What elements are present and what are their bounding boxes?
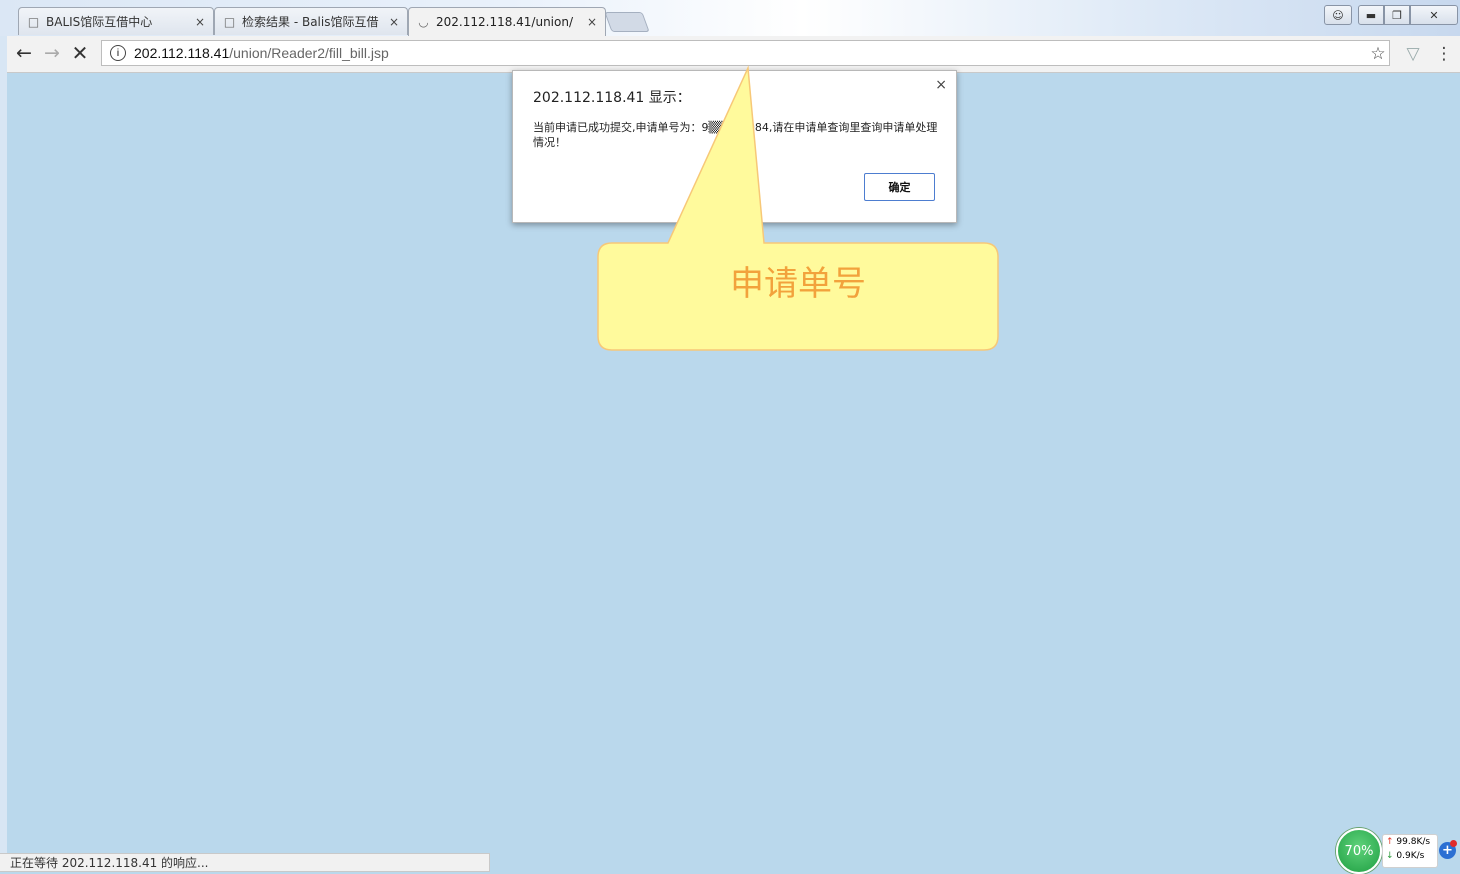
network-monitor-widget[interactable]: 70% ↑ 99.8K/s ↓ 0.9K/s +: [1336, 826, 1460, 874]
notification-dot-icon: [1450, 840, 1457, 847]
callout-bubble: [597, 65, 999, 351]
usage-gauge: 70%: [1336, 828, 1382, 874]
download-arrow-icon: ↓: [1386, 851, 1394, 861]
tab-title: 202.112.118.41/union/: [436, 15, 574, 29]
upload-speed: 99.8K/s: [1396, 837, 1431, 847]
upload-arrow-icon: ↑: [1386, 837, 1394, 847]
speed-readout: ↑ 99.8K/s ↓ 0.9K/s: [1382, 834, 1438, 868]
annotation-callout: [597, 65, 999, 351]
status-text: 正在等待 202.112.118.41 的响应...: [10, 856, 209, 870]
status-bar: 正在等待 202.112.118.41 的响应...: [0, 853, 490, 872]
download-speed: 0.9K/s: [1396, 851, 1425, 861]
callout-label: 申请单号: [730, 264, 866, 304]
close-icon[interactable]: ×: [587, 15, 597, 29]
loading-icon: ◡: [418, 15, 429, 29]
tab-union-active[interactable]: ◡ 202.112.118.41/union/ ×: [408, 7, 606, 36]
